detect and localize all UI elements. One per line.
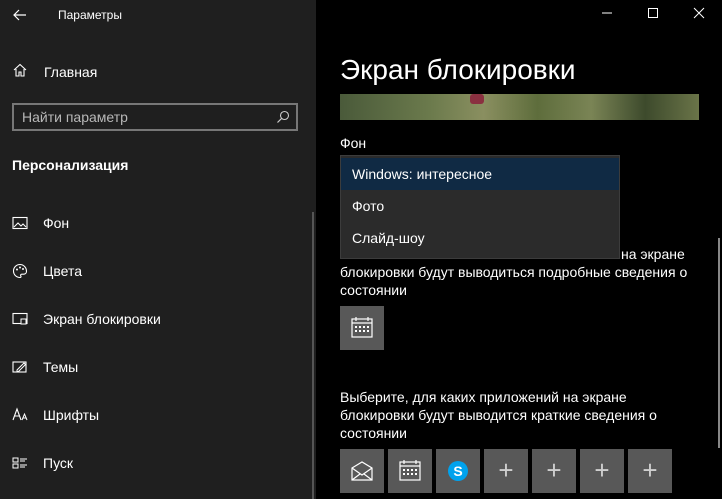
plus-icon: + xyxy=(642,455,658,485)
background-label: Фон xyxy=(340,135,367,151)
nav-home[interactable]: Главная xyxy=(0,58,316,86)
lock-screen-icon xyxy=(12,312,28,325)
sidebar-item-colors[interactable]: Цвета xyxy=(0,255,312,287)
sidebar-item-label: Фон xyxy=(43,215,70,231)
sidebar-item-label: Экран блокировки xyxy=(43,311,161,327)
background-dropdown[interactable]: Windows: интересное Фото Слайд-шоу xyxy=(340,155,620,259)
plus-icon: + xyxy=(498,455,514,485)
sidebar-item-label: Темы xyxy=(43,359,79,375)
quick-status-add-slot[interactable]: + xyxy=(484,449,528,493)
sidebar-item-start[interactable]: Пуск xyxy=(0,447,312,479)
search-box[interactable] xyxy=(12,103,298,131)
dropdown-option-photo[interactable]: Фото xyxy=(341,190,619,222)
home-icon xyxy=(13,63,27,77)
minimize-icon xyxy=(602,12,612,14)
quick-status-text-2: блокировки будут выводится краткие сведе… xyxy=(340,407,657,423)
detailed-status-app-calendar[interactable] xyxy=(340,306,384,350)
dropdown-option-windows-spotlight[interactable]: Windows: интересное xyxy=(341,158,619,190)
sidebar-item-fonts[interactable]: Шрифты xyxy=(0,399,312,431)
sidebar-item-label: Шрифты xyxy=(43,407,100,423)
titlebar-left: Параметры xyxy=(0,0,316,30)
search-input[interactable] xyxy=(22,108,262,126)
quick-status-add-slot[interactable]: + xyxy=(628,449,672,493)
sidebar-item-label: Пуск xyxy=(43,455,74,471)
sidebar-item-label: Цвета xyxy=(43,263,82,279)
nav-home-label: Главная xyxy=(44,64,98,80)
start-icon xyxy=(12,457,27,469)
close-icon xyxy=(693,7,705,19)
mail-icon xyxy=(351,461,373,481)
sidebar-item-lock-screen[interactable]: Экран блокировки xyxy=(0,303,312,335)
calendar-icon xyxy=(399,460,421,481)
detailed-status-text-partial: на экране xyxy=(621,246,685,262)
maximize-icon xyxy=(648,8,658,18)
quick-status-app-calendar[interactable] xyxy=(388,449,432,493)
detailed-status-text: блокировки будут выводиться подробные св… xyxy=(340,264,688,280)
back-button[interactable] xyxy=(9,5,31,25)
sidebar-item-themes[interactable]: Темы xyxy=(0,351,312,383)
back-arrow-icon xyxy=(13,9,26,21)
quick-status-text: Выберите, для каких приложений на экране xyxy=(340,389,627,405)
fonts-icon xyxy=(12,407,28,421)
quick-status-app-skype[interactable]: S xyxy=(436,449,480,493)
quick-status-text-3: состоянии xyxy=(340,425,407,441)
section-title: Персонализация xyxy=(12,157,129,173)
plus-icon: + xyxy=(546,455,562,485)
calendar-icon xyxy=(351,317,373,338)
preview-detail xyxy=(470,94,484,104)
plus-icon: + xyxy=(594,455,610,485)
quick-status-app-mail[interactable] xyxy=(340,449,384,493)
main-content: Экран блокировки Фон Windows: интересное… xyxy=(316,0,722,499)
close-button[interactable] xyxy=(676,0,722,30)
sidebar-item-background[interactable]: Фон xyxy=(0,207,312,239)
themes-icon xyxy=(12,361,27,373)
maximize-button[interactable] xyxy=(630,0,676,30)
sidebar-scrollbar[interactable] xyxy=(312,212,314,499)
main-scrollbar[interactable] xyxy=(718,238,720,448)
page-title: Экран блокировки xyxy=(340,54,576,85)
minimize-button[interactable] xyxy=(584,0,630,30)
sidebar: Параметры Главная Персонализация Фон Цве… xyxy=(0,0,316,499)
app-title: Параметры xyxy=(58,8,122,22)
picture-icon xyxy=(12,216,28,230)
skype-icon: S xyxy=(448,461,468,481)
detailed-status-text-2: состоянии xyxy=(340,282,407,298)
lock-screen-preview xyxy=(340,94,699,120)
dropdown-option-slideshow[interactable]: Слайд-шоу xyxy=(341,222,619,254)
search-icon[interactable] xyxy=(276,110,290,124)
quick-status-add-slot[interactable]: + xyxy=(580,449,624,493)
palette-icon xyxy=(12,263,28,279)
quick-status-add-slot[interactable]: + xyxy=(532,449,576,493)
svg-text:S: S xyxy=(453,463,462,479)
